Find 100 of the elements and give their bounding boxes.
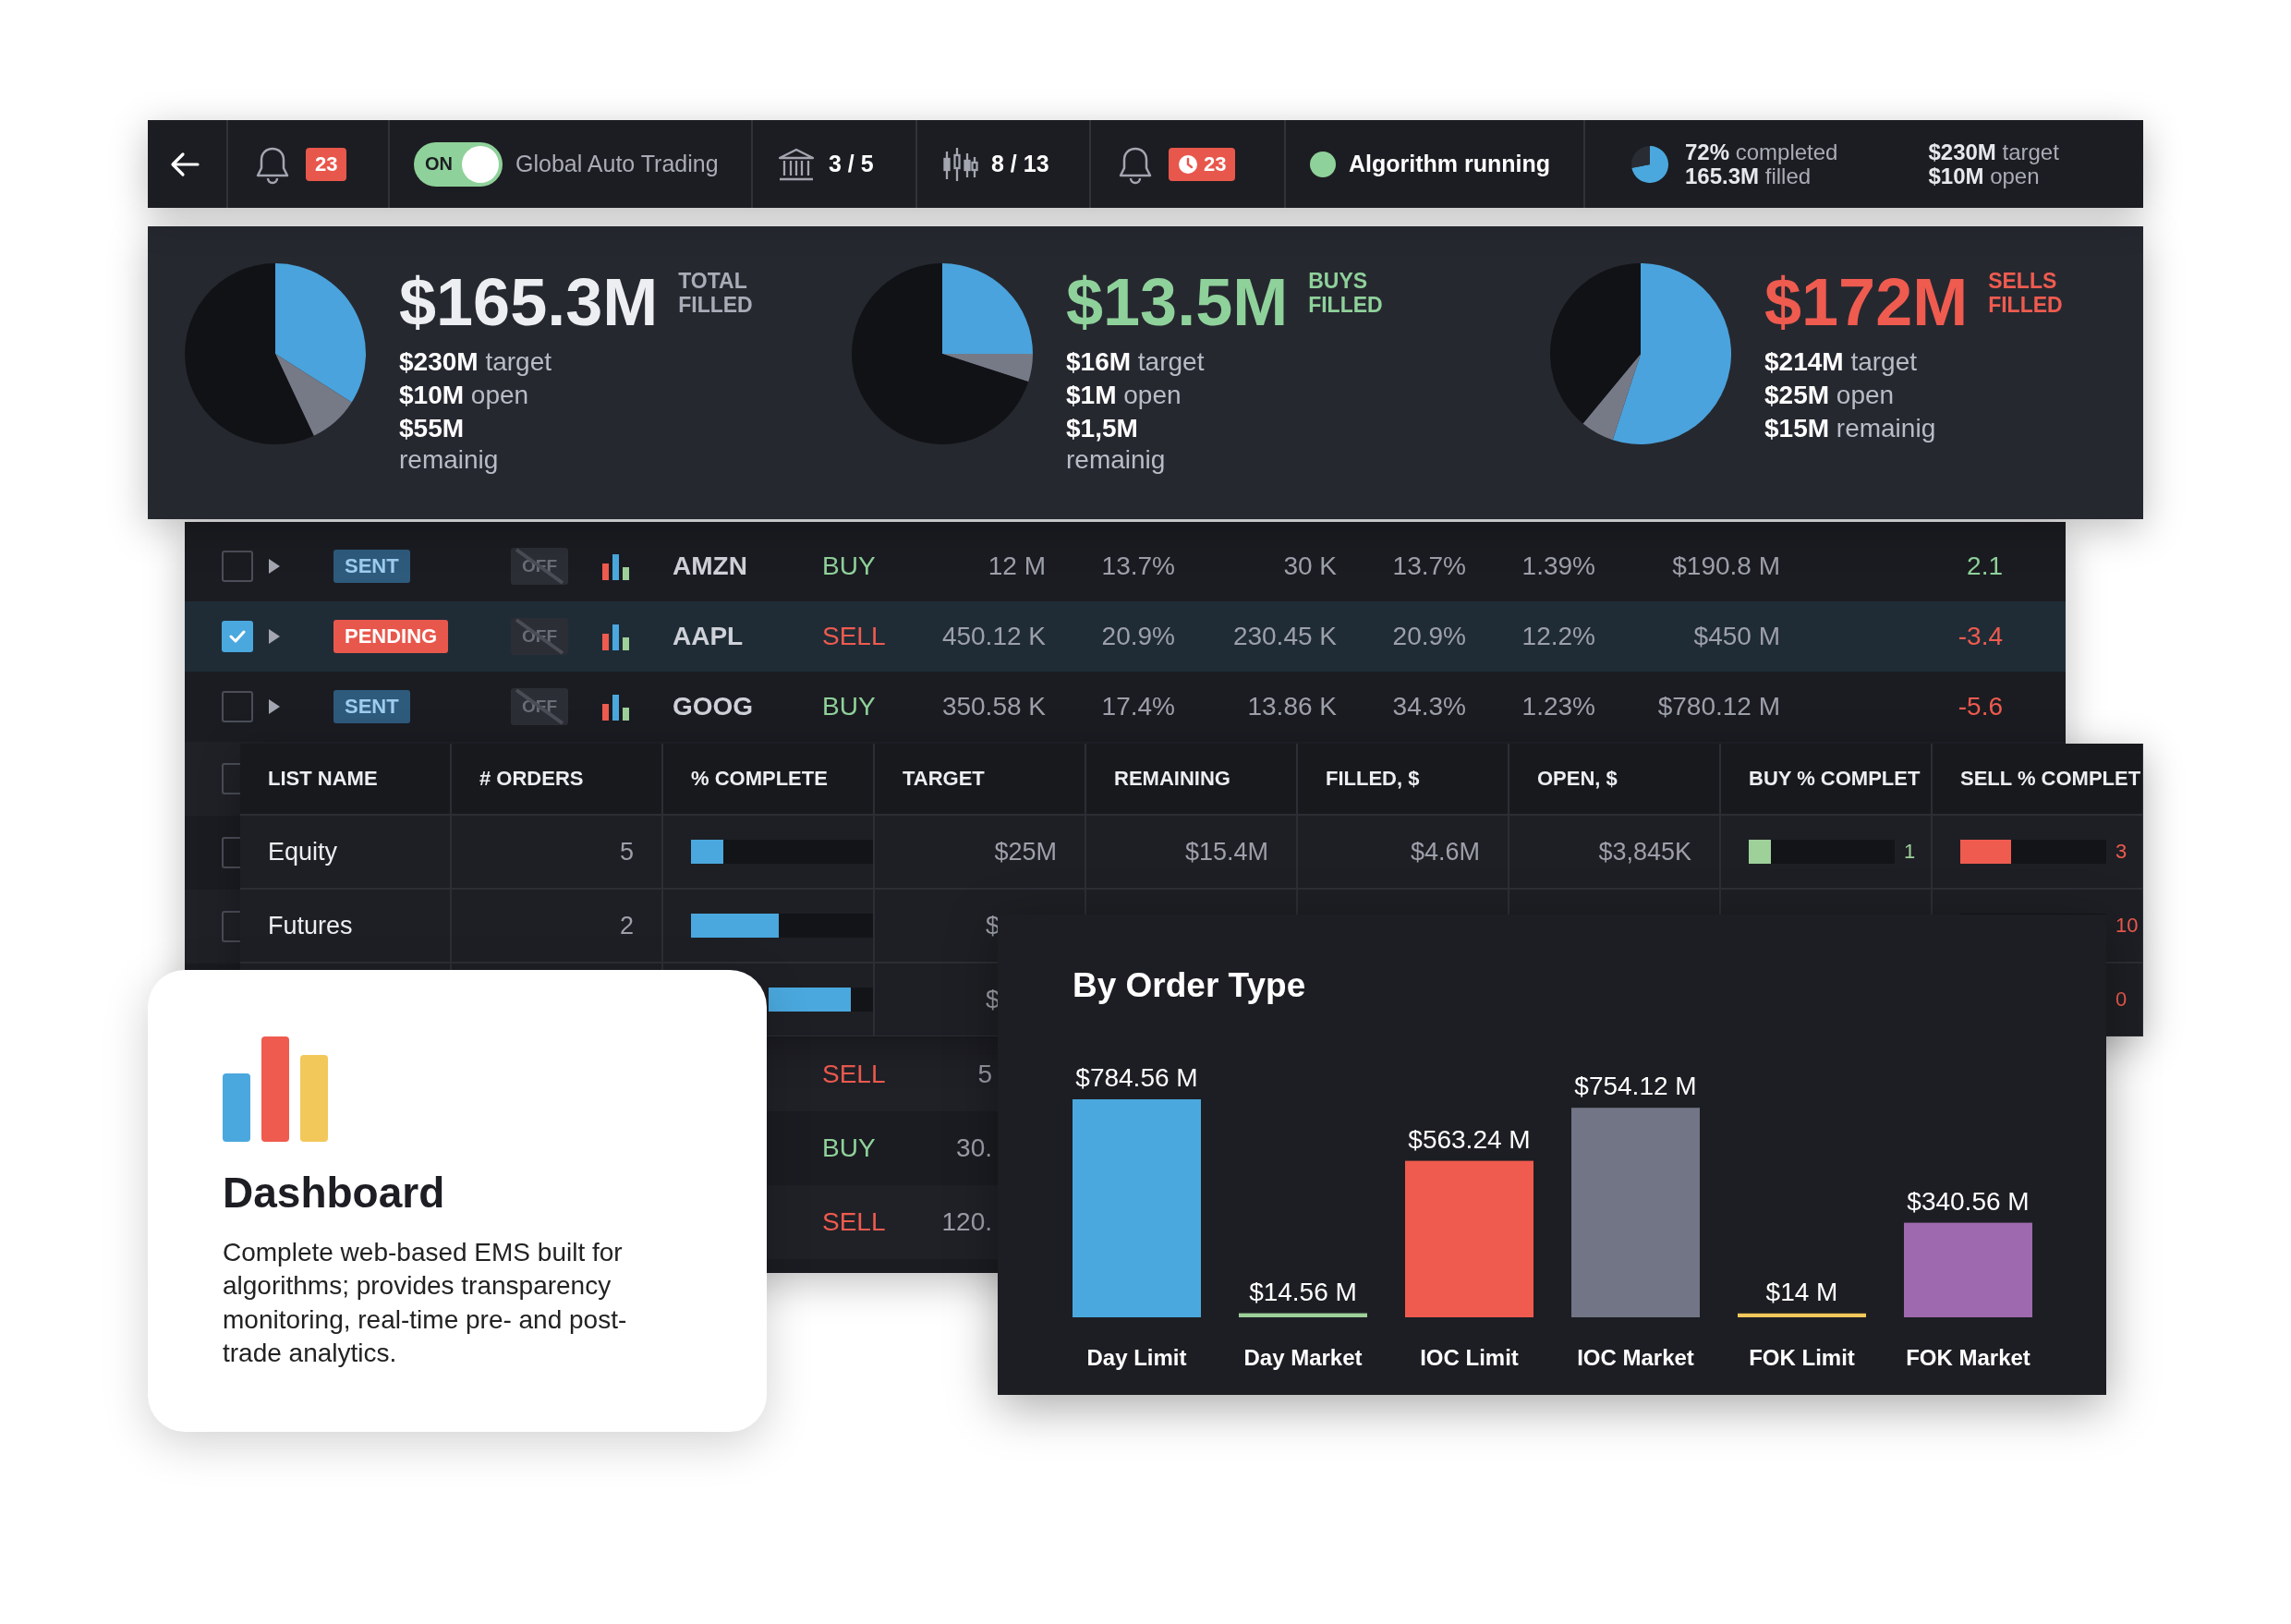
side: BUY bbox=[821, 692, 877, 721]
symbol: AAPL bbox=[672, 622, 745, 651]
caret-icon[interactable] bbox=[268, 698, 281, 715]
stat-line: $16M target bbox=[1066, 346, 1206, 378]
alert-count: 23 bbox=[1204, 151, 1227, 176]
caret-icon[interactable] bbox=[268, 558, 281, 575]
table-cell-text: 13.7% bbox=[1391, 551, 1467, 581]
category-label: Day Market bbox=[1243, 1345, 1363, 1370]
table-cell-text: 20.9% bbox=[1391, 622, 1467, 651]
column-header: TARGET bbox=[875, 744, 1086, 816]
stat-line: $25M open bbox=[1764, 380, 1896, 412]
amount-value: $165.3M bbox=[399, 269, 659, 335]
side: BUY bbox=[821, 551, 877, 581]
total-text: $230M target bbox=[1928, 140, 2059, 164]
bar-value-label: $340.56 M bbox=[1907, 1186, 2030, 1216]
category-label: IOC Limit bbox=[1420, 1345, 1519, 1370]
column-header: SELL % COMPLET bbox=[1933, 744, 2143, 816]
amount-label: SELLS FILLED bbox=[1988, 269, 2063, 318]
table-cell-text: 230.45 K bbox=[1231, 622, 1338, 651]
table-cell-text: 12.2% bbox=[1521, 622, 1596, 651]
stat-line: $214M target bbox=[1764, 346, 1918, 378]
toggle-label: Global Auto Trading bbox=[515, 151, 719, 177]
table-cell-text: 1.23% bbox=[1521, 692, 1596, 721]
table-cell: $3,845K bbox=[1509, 816, 1721, 890]
table-cell: 5 bbox=[452, 816, 663, 890]
side: SELL bbox=[821, 1060, 887, 1089]
table-cell-text: 120. bbox=[940, 1207, 993, 1237]
card-description: Complete web-based EMS built for algorithms; provides transparency monitoring, real-time pre- and post-trade analytics. bbox=[223, 1237, 628, 1370]
amount-label: TOTAL FILLED bbox=[678, 269, 753, 318]
table-cell-text: 34.3% bbox=[1391, 692, 1467, 721]
column-header: LIST NAME bbox=[240, 744, 452, 816]
column-header: # ORDERS bbox=[452, 744, 663, 816]
table-cell-text: 30. bbox=[955, 1133, 993, 1163]
column-header: FILLED, $ bbox=[1298, 744, 1509, 816]
category-label: IOC Market bbox=[1577, 1345, 1694, 1370]
bar-chart-logo-icon bbox=[223, 1036, 330, 1142]
table-cell: $15.4M bbox=[1086, 816, 1298, 890]
table-cell-text: $190.8 M bbox=[1671, 551, 1781, 581]
stat-line: $1,5M remainig bbox=[1066, 413, 1167, 477]
status-badge: PENDING bbox=[333, 620, 449, 653]
total-text: $10M open bbox=[1928, 164, 2040, 188]
status-text: Algorithm running bbox=[1349, 151, 1551, 177]
table-cell: Futures bbox=[240, 890, 452, 963]
stat-line: $230M target bbox=[399, 346, 552, 378]
table-cell-text: 17.4% bbox=[1100, 692, 1176, 721]
table-cell-text: 13.86 K bbox=[1246, 692, 1338, 721]
strategy-count: 8 / 13 bbox=[991, 151, 1049, 177]
bar-chart-icon[interactable] bbox=[600, 623, 632, 650]
side: SELL bbox=[821, 1207, 887, 1237]
table-cell-text: 1.39% bbox=[1521, 551, 1596, 581]
table-cell-text: 12 M bbox=[987, 551, 1047, 581]
bar-value-label: $784.56 M bbox=[1075, 1063, 1198, 1092]
status-badge: SENT bbox=[333, 550, 410, 583]
table-cell-text: 5 bbox=[976, 1060, 993, 1089]
status-badge: SENT bbox=[333, 690, 410, 723]
bar-chart-icon[interactable] bbox=[600, 552, 632, 580]
card-title: Dashboard bbox=[223, 1168, 446, 1218]
table-cell-text: $450 M bbox=[1692, 622, 1781, 651]
amount-label: BUYS FILLED bbox=[1308, 269, 1383, 318]
table-cell-text: 350.58 K bbox=[940, 692, 1047, 721]
bar-chart-icon[interactable] bbox=[600, 693, 632, 721]
caret-icon[interactable] bbox=[268, 628, 281, 645]
category-label: FOK Limit bbox=[1749, 1345, 1855, 1370]
change-value: -3.4 bbox=[1957, 622, 2004, 651]
stat-line: $55M remainig bbox=[399, 413, 500, 477]
table-cell-text: $780.12 M bbox=[1656, 692, 1781, 721]
percent-value: 1 bbox=[1904, 840, 1916, 864]
progress-text: 72% completed bbox=[1685, 140, 1838, 164]
percent-value: 0 bbox=[2115, 988, 2127, 1012]
account-count: 3 / 5 bbox=[829, 151, 874, 177]
stat-line: $15M remainig bbox=[1764, 413, 1937, 445]
auto-trading-toggle[interactable]: ON bbox=[414, 141, 503, 187]
symbol: AMZN bbox=[672, 551, 748, 581]
side: BUY bbox=[821, 1133, 877, 1163]
notification-badge: 23 bbox=[306, 147, 347, 181]
column-header: OPEN, $ bbox=[1509, 744, 1721, 816]
stat-line: $10M open bbox=[399, 380, 530, 412]
table-cell: 2 bbox=[452, 890, 663, 963]
symbol: GOOG bbox=[672, 692, 755, 721]
checkbox[interactable] bbox=[222, 621, 253, 652]
column-header: % COMPLETE bbox=[663, 744, 875, 816]
bar-value-label: $563.24 M bbox=[1408, 1124, 1531, 1154]
side: SELL bbox=[821, 622, 887, 651]
checkbox[interactable] bbox=[222, 691, 253, 722]
checkbox[interactable] bbox=[222, 551, 253, 582]
column-header: BUY % COMPLET bbox=[1721, 744, 1933, 816]
table-cell-text: 13.7% bbox=[1100, 551, 1176, 581]
table-cell: $25M bbox=[875, 816, 1086, 890]
category-label: Day Limit bbox=[1086, 1345, 1187, 1370]
table-cell-text: 20.9% bbox=[1100, 622, 1176, 651]
bar-value-label: $14 M bbox=[1765, 1277, 1838, 1306]
amount-value: $13.5M bbox=[1066, 269, 1289, 335]
progress-text: 165.3M filled bbox=[1685, 164, 1812, 188]
column-header: REMAINING bbox=[1086, 744, 1298, 816]
change-value: -5.6 bbox=[1957, 692, 2004, 721]
table-cell-text: 30 K bbox=[1282, 551, 1338, 581]
category-label: FOK Market bbox=[1906, 1345, 2030, 1370]
bar-value-label: $14.56 M bbox=[1249, 1277, 1357, 1306]
bar-value-label: $754.12 M bbox=[1574, 1072, 1697, 1101]
clock-icon bbox=[1178, 153, 1198, 175]
